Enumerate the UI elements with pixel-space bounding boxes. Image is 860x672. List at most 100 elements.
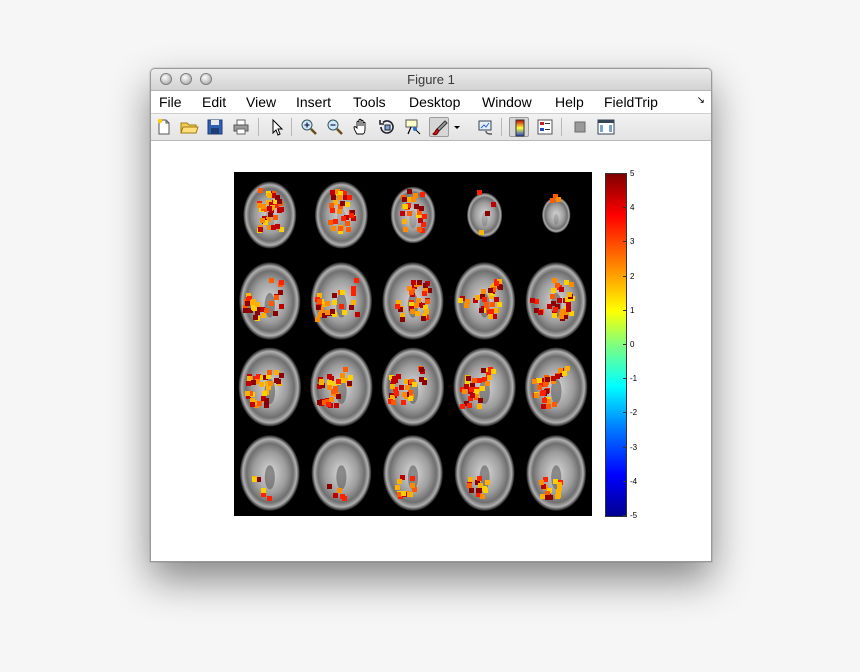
activation-voxel xyxy=(407,211,412,216)
rotate-3d-button[interactable] xyxy=(377,117,397,137)
activation-voxel xyxy=(402,392,407,397)
menu-desktop[interactable]: Desktop xyxy=(409,94,460,110)
brain-slice xyxy=(466,190,503,238)
activation-voxel xyxy=(488,314,493,319)
activation-voxel xyxy=(559,287,564,292)
edit-plot-button[interactable] xyxy=(267,117,287,137)
activation-voxel xyxy=(550,198,555,203)
activation-voxel xyxy=(468,477,473,482)
colorbar[interactable]: 5 4 3 2 1 0 -1 -2 -3 -4 -5 xyxy=(605,170,637,520)
colorbar-tick-label: -5 xyxy=(630,511,638,520)
brush-button[interactable] xyxy=(429,117,449,137)
activation-voxel xyxy=(333,493,338,498)
title-bar[interactable]: Figure 1 xyxy=(151,69,711,91)
open-file-button[interactable] xyxy=(179,117,199,137)
new-figure-button[interactable] xyxy=(154,117,174,137)
activation-voxel xyxy=(269,301,274,306)
colorbar-tick-label: -3 xyxy=(630,443,638,452)
activation-voxel xyxy=(559,314,564,319)
activation-voxel xyxy=(330,208,335,213)
activation-voxel xyxy=(458,298,463,303)
colorbar-tick-label: 2 xyxy=(630,272,635,281)
menu-fieldtrip[interactable]: FieldTrip xyxy=(604,94,658,110)
menu-edit[interactable]: Edit xyxy=(202,94,226,110)
activation-voxel xyxy=(472,378,477,383)
activation-voxel xyxy=(545,377,550,382)
menu-tools[interactable]: Tools xyxy=(353,94,386,110)
activation-voxel xyxy=(475,295,480,300)
activation-voxel xyxy=(349,305,354,310)
figure-canvas[interactable]: 5 4 3 2 1 0 -1 -2 -3 -4 -5 xyxy=(151,141,711,561)
activation-voxel xyxy=(477,378,482,383)
activation-voxel xyxy=(340,494,345,499)
activation-voxel xyxy=(279,304,284,309)
link-plot-button[interactable] xyxy=(476,117,496,137)
menu-help[interactable]: Help xyxy=(555,94,584,110)
activation-voxel xyxy=(338,226,343,231)
brain-slice-montage[interactable] xyxy=(234,172,592,516)
show-plot-tools-button[interactable] xyxy=(596,117,616,137)
activation-voxel xyxy=(469,488,474,493)
hide-tools-icon xyxy=(574,121,586,133)
brain-slice xyxy=(382,262,444,340)
colorbar-tick-mark xyxy=(623,481,627,482)
activation-voxel xyxy=(556,197,561,202)
colorbar-tick-label: 1 xyxy=(630,306,635,315)
activation-voxel xyxy=(250,402,255,407)
zoom-out-button[interactable] xyxy=(325,117,345,137)
brain-slice xyxy=(453,262,516,340)
activation-voxel xyxy=(336,379,341,384)
activation-voxel xyxy=(337,209,342,214)
hand-icon xyxy=(353,118,366,135)
activation-voxel xyxy=(422,214,427,219)
print-figure-button[interactable] xyxy=(231,117,251,137)
brain-slice xyxy=(390,186,436,244)
activation-voxel xyxy=(351,286,356,291)
save-figure-button[interactable] xyxy=(205,117,225,137)
data-cursor-button[interactable] xyxy=(403,117,423,137)
colorbar-tick-mark xyxy=(623,276,627,277)
activation-voxel xyxy=(422,380,427,385)
colorbar-icon xyxy=(515,119,525,137)
activation-voxel xyxy=(276,379,281,384)
activation-voxel xyxy=(253,315,258,320)
activation-voxel xyxy=(416,298,421,303)
activation-voxel xyxy=(329,203,334,208)
activation-voxel xyxy=(275,224,280,229)
brush-icon xyxy=(432,120,448,136)
data-cursor-icon xyxy=(405,119,421,135)
menu-window[interactable]: Window xyxy=(482,94,532,110)
activation-voxel xyxy=(414,204,419,209)
activation-voxel xyxy=(550,294,555,299)
insert-colorbar-button[interactable] xyxy=(509,117,529,137)
activation-voxel xyxy=(482,297,487,302)
menu-insert[interactable]: Insert xyxy=(296,94,331,110)
colorbar-gradient xyxy=(605,173,627,517)
activation-voxel xyxy=(425,299,430,304)
activation-voxel xyxy=(497,302,502,307)
colorbar-tick-label: 4 xyxy=(630,203,635,212)
activation-voxel xyxy=(478,398,483,403)
activation-voxel xyxy=(347,195,352,200)
brain-slice xyxy=(381,347,445,427)
activation-voxel xyxy=(261,488,266,493)
zoom-in-button[interactable] xyxy=(299,117,319,137)
activation-voxel xyxy=(423,283,428,288)
menu-file[interactable]: File xyxy=(159,94,182,110)
brain-slice xyxy=(243,181,297,249)
menu-view[interactable]: View xyxy=(246,94,276,110)
activation-voxel xyxy=(391,379,396,384)
activation-voxel xyxy=(264,403,269,408)
corner-arrow-icon[interactable]: ↘ xyxy=(697,95,705,106)
brush-dropdown[interactable] xyxy=(451,117,463,137)
activation-voxel xyxy=(401,491,406,496)
colorbar-tick-mark xyxy=(623,241,627,242)
activation-voxel xyxy=(477,190,482,195)
pan-button[interactable] xyxy=(351,117,371,137)
activation-voxel xyxy=(243,308,248,313)
hide-plot-tools-button[interactable] xyxy=(570,117,590,137)
open-folder-icon xyxy=(180,122,199,134)
insert-legend-button[interactable] xyxy=(535,117,555,137)
activation-voxel xyxy=(259,382,264,387)
colorbar-tick-mark xyxy=(623,378,627,379)
